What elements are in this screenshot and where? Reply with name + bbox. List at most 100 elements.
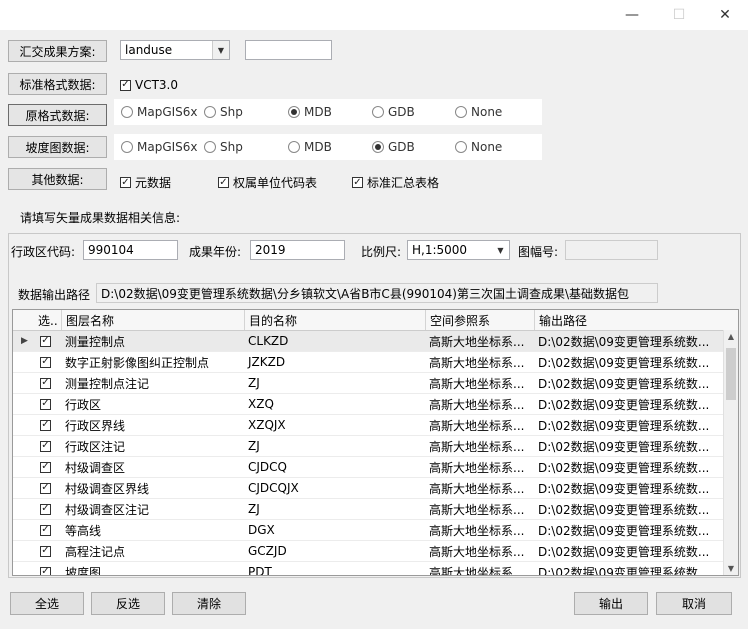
- table-row[interactable]: ✓ 行政区注记 ZJ 高斯大地坐标系... D:\02数据\09变更管理系统数...: [13, 436, 725, 457]
- cell-srs[interactable]: 高斯大地坐标系...: [425, 562, 534, 576]
- cell-output-path[interactable]: D:\02数据\09变更管理系统数...: [534, 478, 725, 498]
- original-radio-mapgis[interactable]: MapGIS6x: [121, 99, 198, 125]
- table-row[interactable]: ✓ 行政区 XZQ 高斯大地坐标系... D:\02数据\09变更管理系统数...: [13, 394, 725, 415]
- column-header-layer[interactable]: 图层名称: [61, 310, 244, 330]
- output-button[interactable]: 输出: [574, 592, 648, 615]
- row-checkbox[interactable]: ✓: [36, 394, 61, 414]
- cell-layer-name[interactable]: 村级调查区注记: [61, 499, 244, 519]
- metadata-checkbox[interactable]: ✓ 元数据: [120, 174, 171, 191]
- slope-radio-shp[interactable]: Shp: [204, 134, 243, 160]
- cell-target-name[interactable]: ZJ: [244, 436, 425, 456]
- row-checkbox[interactable]: ✓: [36, 415, 61, 435]
- slope-data-button[interactable]: 坡度图数据:: [8, 136, 107, 158]
- cell-output-path[interactable]: D:\02数据\09变更管理系统数...: [534, 331, 725, 351]
- cell-layer-name[interactable]: 行政区界线: [61, 415, 244, 435]
- column-header-target[interactable]: 目的名称: [244, 310, 425, 330]
- cell-srs[interactable]: 高斯大地坐标系...: [425, 415, 534, 435]
- original-radio-none[interactable]: None: [455, 99, 502, 125]
- vct-checkbox[interactable]: ✓ VCT3.0: [120, 78, 178, 92]
- table-row[interactable]: ✓ 村级调查区 CJDCQ 高斯大地坐标系... D:\02数据\09变更管理系统数..…: [13, 457, 725, 478]
- cell-target-name[interactable]: CLKZD: [244, 331, 425, 351]
- cell-output-path[interactable]: D:\02数据\09变更管理系统数...: [534, 352, 725, 372]
- cell-srs[interactable]: 高斯大地坐标系...: [425, 499, 534, 519]
- row-checkbox[interactable]: ✓: [36, 562, 61, 575]
- cell-output-path[interactable]: D:\02数据\09变更管理系统数...: [534, 499, 725, 519]
- cell-target-name[interactable]: JZKZD: [244, 352, 425, 372]
- cell-layer-name[interactable]: 高程注记点: [61, 541, 244, 561]
- year-input[interactable]: 2019: [250, 240, 345, 260]
- cell-target-name[interactable]: CJDCQJX: [244, 478, 425, 498]
- ownership-code-checkbox[interactable]: ✓ 权属单位代码表: [218, 174, 317, 191]
- table-row[interactable]: ✓ 村级调查区注记 ZJ 高斯大地坐标系... D:\02数据\09变更管理系统数...: [13, 499, 725, 520]
- cell-srs[interactable]: 高斯大地坐标系...: [425, 541, 534, 561]
- original-radio-shp[interactable]: Shp: [204, 99, 243, 125]
- cell-layer-name[interactable]: 测量控制点: [61, 331, 244, 351]
- cell-layer-name[interactable]: 行政区注记: [61, 436, 244, 456]
- row-checkbox[interactable]: ✓: [36, 541, 61, 561]
- slope-radio-gdb[interactable]: GDB: [372, 134, 415, 160]
- scroll-down-icon[interactable]: ▼: [724, 564, 738, 573]
- scheme-button[interactable]: 汇交成果方案:: [8, 40, 107, 62]
- row-checkbox[interactable]: ✓: [36, 520, 61, 540]
- cell-output-path[interactable]: D:\02数据\09变更管理系统数...: [534, 541, 725, 561]
- output-path-input[interactable]: D:\02数据\09变更管理系统数据\分乡镇软文\A省B市C县(990104)第…: [96, 283, 658, 303]
- cell-output-path[interactable]: D:\02数据\09变更管理系统数...: [534, 562, 725, 576]
- standard-format-button[interactable]: 标准格式数据:: [8, 73, 107, 95]
- slope-radio-none[interactable]: None: [455, 134, 502, 160]
- table-row[interactable]: ✓ 村级调查区界线 CJDCQJX 高斯大地坐标系... D:\02数据\09变更管理系…: [13, 478, 725, 499]
- cell-layer-name[interactable]: 测量控制点注记: [61, 373, 244, 393]
- original-radio-mdb[interactable]: MDB: [288, 99, 332, 125]
- table-row[interactable]: ▶ ✓ 测量控制点 CLKZD 高斯大地坐标系... D:\02数据\09变更管理系统数.…: [13, 331, 725, 352]
- slope-radio-mdb[interactable]: MDB: [288, 134, 332, 160]
- table-row[interactable]: ✓ 行政区界线 XZQJX 高斯大地坐标系... D:\02数据\09变更管理系统数..…: [13, 415, 725, 436]
- other-data-button[interactable]: 其他数据:: [8, 168, 107, 190]
- cell-srs[interactable]: 高斯大地坐标系...: [425, 373, 534, 393]
- table-row[interactable]: ✓ 坡度图 PDT 高斯大地坐标系... D:\02数据\09变更管理系统数...: [13, 562, 725, 576]
- row-checkbox[interactable]: ✓: [36, 457, 61, 477]
- cell-output-path[interactable]: D:\02数据\09变更管理系统数...: [534, 394, 725, 414]
- cell-output-path[interactable]: D:\02数据\09变更管理系统数...: [534, 436, 725, 456]
- cell-layer-name[interactable]: 村级调查区: [61, 457, 244, 477]
- cell-output-path[interactable]: D:\02数据\09变更管理系统数...: [534, 373, 725, 393]
- region-code-input[interactable]: 990104: [83, 240, 178, 260]
- cell-srs[interactable]: 高斯大地坐标系...: [425, 331, 534, 351]
- column-header-path[interactable]: 输出路径: [534, 310, 726, 330]
- row-checkbox[interactable]: ✓: [36, 331, 61, 351]
- cell-layer-name[interactable]: 坡度图: [61, 562, 244, 576]
- row-checkbox[interactable]: ✓: [36, 499, 61, 519]
- cell-srs[interactable]: 高斯大地坐标系...: [425, 478, 534, 498]
- row-checkbox[interactable]: ✓: [36, 478, 61, 498]
- cell-srs[interactable]: 高斯大地坐标系...: [425, 436, 534, 456]
- cell-srs[interactable]: 高斯大地坐标系...: [425, 520, 534, 540]
- row-checkbox[interactable]: ✓: [36, 352, 61, 372]
- cell-layer-name[interactable]: 行政区: [61, 394, 244, 414]
- row-checkbox[interactable]: ✓: [36, 373, 61, 393]
- table-row[interactable]: ✓ 等高线 DGX 高斯大地坐标系... D:\02数据\09变更管理系统数...: [13, 520, 725, 541]
- table-row[interactable]: ✓ 高程注记点 GCZJD 高斯大地坐标系... D:\02数据\09变更管理系统数..…: [13, 541, 725, 562]
- table-row[interactable]: ✓ 数字正射影像图纠正控制点 JZKZD 高斯大地坐标系... D:\02数据\09变更…: [13, 352, 725, 373]
- invert-selection-button[interactable]: 反选: [91, 592, 165, 615]
- scheme-dropdown[interactable]: landuse ▼: [120, 40, 230, 60]
- cell-target-name[interactable]: ZJ: [244, 373, 425, 393]
- slope-radio-mapgis[interactable]: MapGIS6x: [121, 134, 198, 160]
- original-radio-gdb[interactable]: GDB: [372, 99, 415, 125]
- cell-target-name[interactable]: PDT: [244, 562, 425, 575]
- vertical-scrollbar[interactable]: ▲ ▼: [723, 330, 738, 575]
- cell-target-name[interactable]: ZJ: [244, 499, 425, 519]
- scale-dropdown[interactable]: H,1:5000 ▼: [407, 240, 510, 260]
- cell-target-name[interactable]: XZQJX: [244, 415, 425, 435]
- cell-target-name[interactable]: CJDCQ: [244, 457, 425, 477]
- cell-output-path[interactable]: D:\02数据\09变更管理系统数...: [534, 415, 725, 435]
- scrollbar-thumb[interactable]: [726, 348, 736, 400]
- cell-layer-name[interactable]: 数字正射影像图纠正控制点: [61, 352, 244, 372]
- original-format-button[interactable]: 原格式数据:: [8, 104, 107, 126]
- cell-srs[interactable]: 高斯大地坐标系...: [425, 394, 534, 414]
- cancel-button[interactable]: 取消: [656, 592, 732, 615]
- summary-table-checkbox[interactable]: ✓ 标准汇总表格: [352, 174, 439, 191]
- cell-layer-name[interactable]: 等高线: [61, 520, 244, 540]
- scheme-extra-input[interactable]: [245, 40, 332, 60]
- column-header-srs[interactable]: 空间参照系: [425, 310, 534, 330]
- cell-target-name[interactable]: DGX: [244, 520, 425, 540]
- cell-layer-name[interactable]: 村级调查区界线: [61, 478, 244, 498]
- cell-target-name[interactable]: XZQ: [244, 394, 425, 414]
